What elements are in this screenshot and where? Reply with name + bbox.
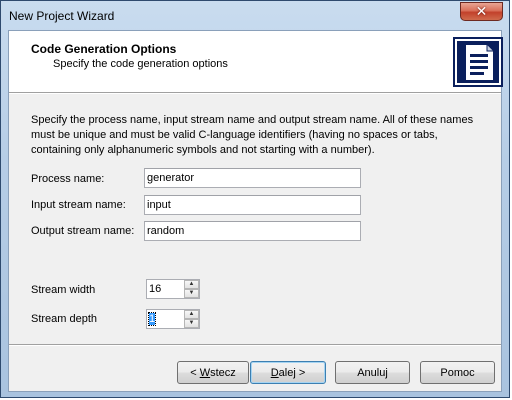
stream-depth-value[interactable]: 1 — [147, 312, 157, 326]
next-button-mnemonic: D — [270, 366, 279, 379]
header-divider — [9, 92, 501, 94]
next-button[interactable]: Dalej > — [250, 361, 326, 384]
process-name-label: Process name: — [31, 173, 105, 185]
process-name-input[interactable]: generator — [144, 168, 361, 188]
dialog-client-area: Code Generation Options Specify the code… — [8, 30, 503, 392]
stream-width-value[interactable]: 16 — [149, 283, 161, 295]
cancel-button-label: Anuluj — [357, 366, 388, 379]
wizard-header: Code Generation Options Specify the code… — [9, 31, 503, 92]
title-bar[interactable]: New Project Wizard ✕ — [1, 1, 509, 31]
cancel-button[interactable]: Anuluj — [335, 361, 410, 384]
help-button[interactable]: Pomoc — [420, 361, 495, 384]
wizard-window: New Project Wizard ✕ Code Generation Opt… — [0, 0, 510, 398]
stream-width-label: Stream width — [31, 284, 96, 296]
stream-width-spin-buttons: ▲ ▼ — [184, 280, 199, 298]
next-button-rest: alej > — [278, 366, 306, 379]
stream-depth-spinner[interactable]: 1 ▲ ▼ — [146, 309, 200, 329]
document-icon — [453, 37, 503, 87]
instructions-text: Specify the process name, input stream n… — [31, 114, 474, 156]
stream-width-spinner[interactable]: 16 ▲ ▼ — [146, 279, 200, 299]
stream-depth-label: Stream depth — [31, 313, 98, 325]
close-icon: ✕ — [475, 3, 488, 20]
window-title: New Project Wizard — [9, 9, 115, 23]
output-stream-input[interactable]: random — [144, 221, 361, 241]
back-button-prefix: < — [190, 366, 200, 379]
stream-width-down-arrow-icon[interactable]: ▼ — [184, 289, 199, 298]
input-stream-input[interactable]: input — [144, 195, 361, 215]
page-title: Code Generation Options — [31, 42, 177, 56]
stream-depth-up-arrow-icon[interactable]: ▲ — [184, 310, 199, 319]
help-button-label: Pomoc — [440, 366, 475, 379]
close-button[interactable]: ✕ — [460, 2, 503, 21]
input-stream-label: Input stream name: — [31, 199, 126, 211]
page-subtitle: Specify the code generation options — [53, 58, 228, 70]
back-button-mnemonic: W — [199, 366, 211, 379]
footer-divider — [9, 344, 501, 346]
stream-depth-down-arrow-icon[interactable]: ▼ — [184, 319, 199, 328]
back-button-rest: stecz — [210, 366, 236, 379]
stream-width-up-arrow-icon[interactable]: ▲ — [184, 280, 199, 289]
stream-depth-spin-buttons: ▲ ▼ — [184, 310, 199, 328]
output-stream-label: Output stream name: — [31, 225, 135, 237]
back-button[interactable]: < Wstecz — [177, 361, 249, 384]
